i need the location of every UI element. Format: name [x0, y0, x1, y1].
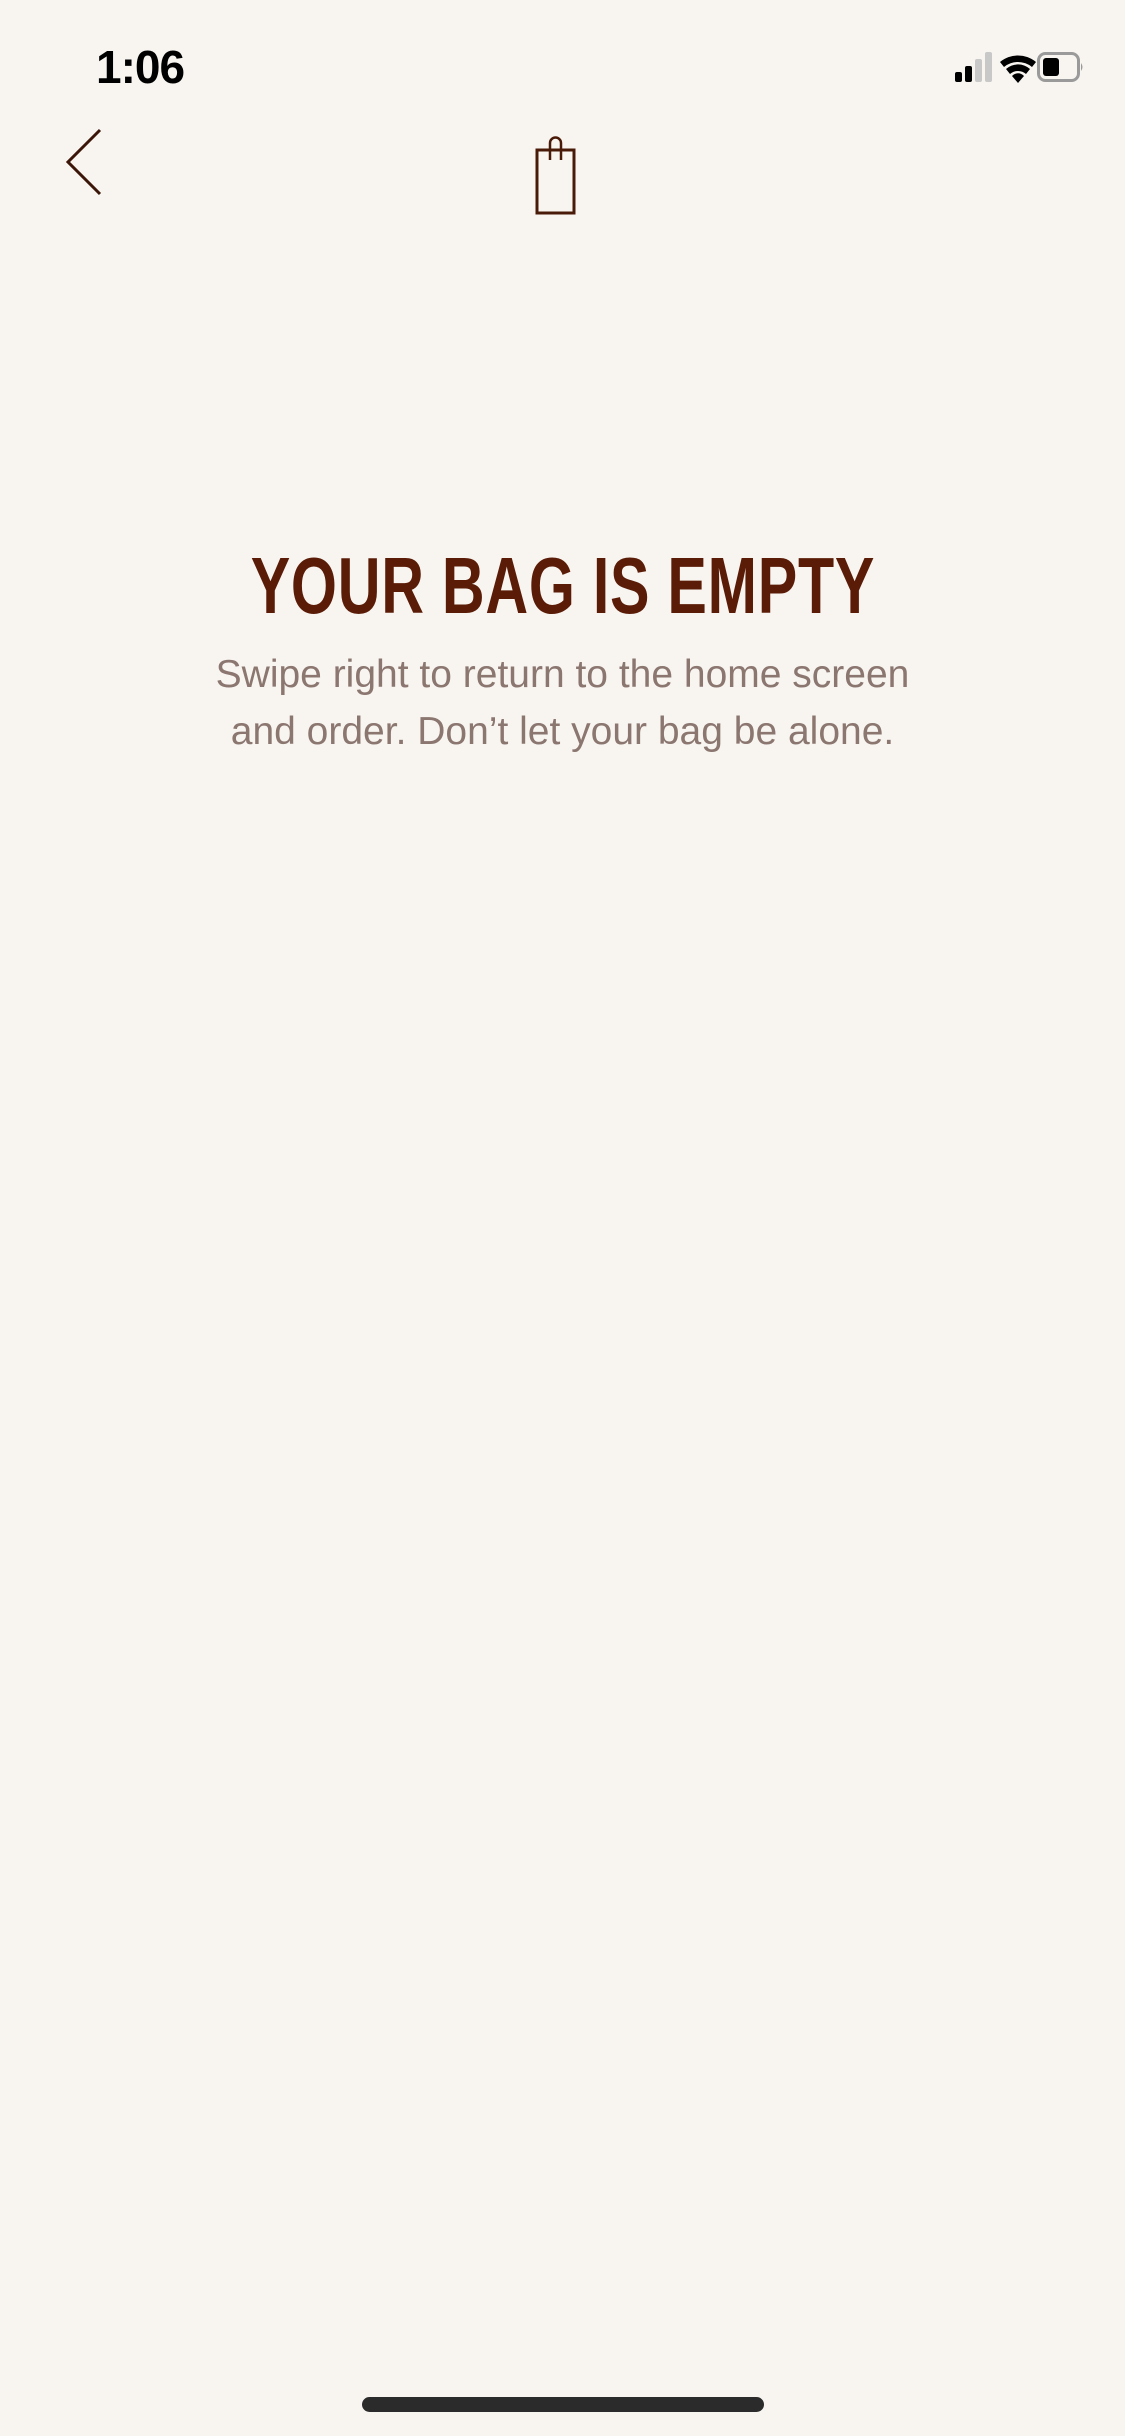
wifi-icon — [1000, 55, 1036, 83]
empty-bag-title-wrap: YOUR BAG IS EMPTY — [0, 540, 1125, 632]
back-button[interactable] — [56, 120, 116, 204]
shopping-bag-icon — [535, 136, 576, 215]
signal-icon — [955, 52, 992, 82]
chevron-left-icon — [65, 128, 102, 196]
status-time: 1:06 — [96, 41, 185, 93]
battery-icon — [1037, 52, 1083, 82]
empty-bag-title: YOUR BAG IS EMPTY — [250, 541, 875, 630]
home-indicator[interactable] — [362, 2397, 764, 2412]
empty-bag-message: Swipe right to return to the home screen… — [215, 653, 910, 753]
